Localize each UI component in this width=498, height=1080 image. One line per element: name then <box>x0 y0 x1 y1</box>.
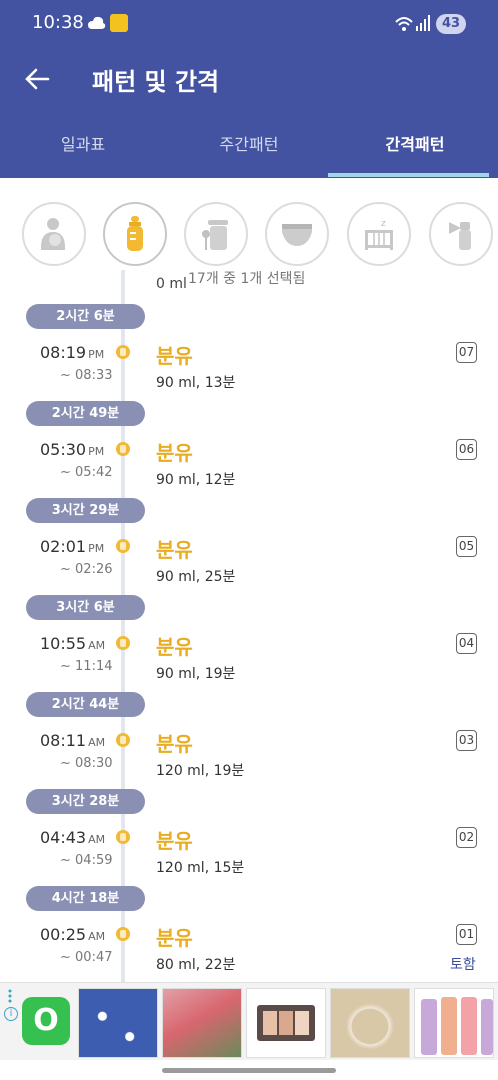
selection-count-text: 17개 중 1개 선택됨 <box>188 271 306 287</box>
tab-interval-pattern[interactable]: 간격패턴 <box>332 112 498 178</box>
filter-breastfeeding[interactable] <box>22 202 86 266</box>
entry-start-time: 08:19 PM <box>40 343 105 362</box>
feeding-mother-icon <box>40 218 66 250</box>
ad-product-palette[interactable] <box>246 988 326 1058</box>
tab-schedule[interactable]: 일과표 <box>0 112 166 178</box>
entry-end-time: ~ 00:47 <box>60 950 113 965</box>
baby-food-icon <box>202 220 228 250</box>
entry-index: 05 <box>456 536 477 557</box>
ad-product-pouch[interactable] <box>78 988 158 1058</box>
timeline-line <box>121 270 125 982</box>
entry-end-time: ~ 11:14 <box>60 659 113 674</box>
active-tab-indicator <box>328 173 489 177</box>
entry-start-time: 04:43 AM <box>40 828 106 847</box>
entry-start-time: 10:55 AM <box>40 634 106 653</box>
page-title: 패턴 및 간격 <box>92 68 220 96</box>
entry-title[interactable]: 분유 <box>156 922 193 951</box>
entry-index: 03 <box>456 730 477 751</box>
gesture-nav-handle[interactable] <box>162 1068 336 1073</box>
cloud-icon <box>88 16 106 29</box>
entry-index: 02 <box>456 827 477 848</box>
entry-start-time: 05:30 PM <box>40 440 105 459</box>
bottle-marker-icon <box>116 539 130 553</box>
interval-badge: 2시간 6분 <box>26 304 145 329</box>
info-icon[interactable]: i <box>4 1007 18 1021</box>
bottle-marker-icon <box>116 636 130 650</box>
entry-end-time: ~ 05:42 <box>60 465 113 480</box>
interval-badge: 4시간 18분 <box>26 886 145 911</box>
entry-detail: 90 ml, 13분 <box>156 375 236 391</box>
svg-text:z: z <box>381 219 386 229</box>
more-options-icon[interactable] <box>6 989 14 1003</box>
entry-title[interactable]: 분유 <box>156 631 193 660</box>
signal-icon <box>416 15 430 31</box>
entry-index: 04 <box>456 633 477 654</box>
interval-badge: 3시간 29분 <box>26 498 145 523</box>
entry-title[interactable]: 분유 <box>156 340 193 369</box>
breast-pump-icon <box>449 222 471 250</box>
interval-badge: 3시간 28분 <box>26 789 145 814</box>
filter-pumping[interactable] <box>429 202 493 266</box>
tab-bar: 일과표 주간패턴 간격패턴 <box>0 112 498 178</box>
category-filter-row: z <box>0 200 498 270</box>
filter-baby-food[interactable] <box>184 202 248 266</box>
crib-sleep-icon: z <box>365 219 393 250</box>
entry-title[interactable]: 분유 <box>156 825 193 854</box>
entry-detail: 80 ml, 22분 <box>156 957 236 973</box>
interval-badge: 3시간 6분 <box>26 595 145 620</box>
entry-title[interactable]: 분유 <box>156 534 193 563</box>
battery-indicator: 43 <box>436 14 466 34</box>
notification-app-icon <box>110 14 128 32</box>
advertiser-logo[interactable]: O <box>22 997 70 1045</box>
bottle-marker-icon <box>116 442 130 456</box>
entry-start-time: 00:25 AM <box>40 925 106 944</box>
ad-product-bracelet[interactable] <box>330 988 410 1058</box>
entry-detail: 120 ml, 19분 <box>156 763 245 779</box>
entry-end-time: ~ 02:26 <box>60 562 113 577</box>
bottle-marker-icon <box>116 830 130 844</box>
tab-weekly-pattern[interactable]: 주간패턴 <box>166 112 332 178</box>
vomit-label: 토함 <box>450 957 476 973</box>
entry-title[interactable]: 분유 <box>156 728 193 757</box>
entry-start-time: 08:11 AM <box>40 731 106 750</box>
entry-index: 01 <box>456 924 477 945</box>
partial-entry-detail: 0 ml <box>156 276 187 292</box>
app-header: 패턴 및 간격 <box>0 46 498 112</box>
filter-sleep[interactable]: z <box>347 202 411 266</box>
entry-end-time: ~ 08:33 <box>60 368 113 383</box>
interval-badge: 2시간 44분 <box>26 692 145 717</box>
entry-detail: 90 ml, 12분 <box>156 472 236 488</box>
wifi-icon <box>395 17 413 31</box>
entry-index: 07 <box>456 342 477 363</box>
entry-detail: 90 ml, 25분 <box>156 569 236 585</box>
filter-formula[interactable] <box>103 202 167 266</box>
entry-end-time: ~ 08:30 <box>60 756 113 771</box>
entry-detail: 90 ml, 19분 <box>156 666 236 682</box>
status-bar: 10:38 43 <box>0 0 498 46</box>
entry-end-time: ~ 04:59 <box>60 853 113 868</box>
bottle-marker-icon <box>116 345 130 359</box>
bottle-marker-icon <box>116 927 130 941</box>
entry-index: 06 <box>456 439 477 460</box>
status-time: 10:38 <box>32 12 84 33</box>
ad-banner[interactable]: i O <box>0 982 498 1060</box>
diaper-icon <box>282 224 312 246</box>
back-arrow-icon[interactable] <box>24 66 50 92</box>
ad-product-cosmetics[interactable] <box>414 988 494 1058</box>
filter-diaper[interactable] <box>265 202 329 266</box>
entry-detail: 120 ml, 15분 <box>156 860 245 876</box>
bottle-marker-icon <box>116 733 130 747</box>
interval-badge: 2시간 49분 <box>26 401 145 426</box>
baby-bottle-icon <box>127 216 143 251</box>
entry-title[interactable]: 분유 <box>156 437 193 466</box>
ad-product-nails[interactable] <box>162 988 242 1058</box>
entry-start-time: 02:01 PM <box>40 537 105 556</box>
